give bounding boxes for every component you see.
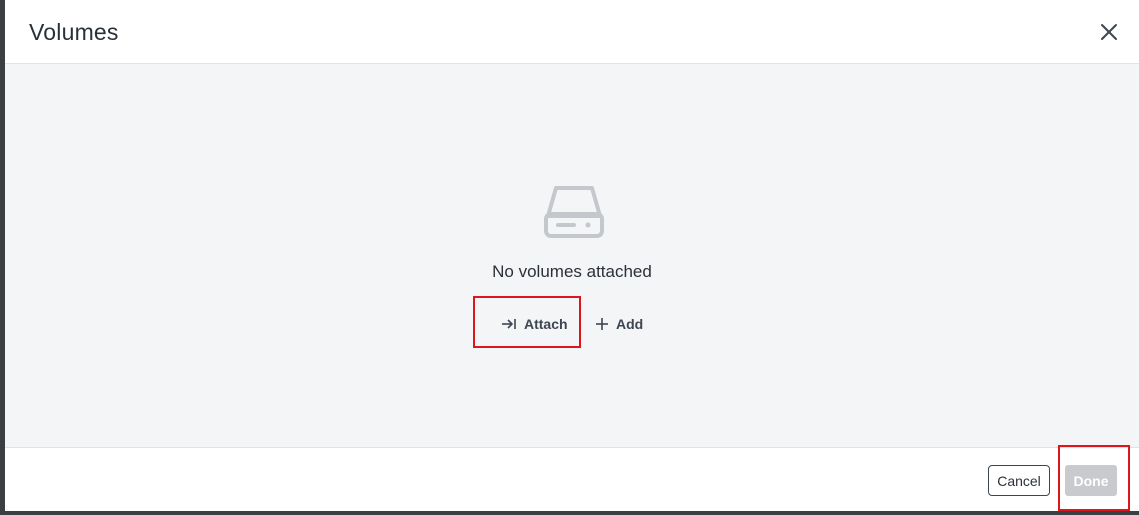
hard-drive-icon: [544, 186, 604, 238]
done-button[interactable]: Done: [1065, 465, 1117, 496]
attach-button[interactable]: Attach: [501, 314, 568, 334]
add-button[interactable]: Add: [595, 314, 643, 334]
close-button[interactable]: [1095, 18, 1123, 46]
dialog-header: Volumes: [5, 0, 1139, 64]
empty-state-message: No volumes attached: [492, 262, 652, 281]
dialog-title: Volumes: [29, 19, 119, 45]
close-icon: [1101, 24, 1117, 40]
volumes-dialog: Volumes No volumes attached Attach Add C…: [5, 0, 1139, 511]
attach-label: Attach: [524, 316, 568, 332]
attach-arrow-icon: [502, 319, 516, 329]
plus-icon: [596, 318, 608, 330]
dialog-body: No volumes attached Attach Add: [5, 64, 1139, 447]
add-label: Add: [616, 316, 644, 332]
dialog-footer: Cancel Done: [5, 445, 1139, 511]
cancel-button[interactable]: Cancel: [988, 465, 1050, 496]
